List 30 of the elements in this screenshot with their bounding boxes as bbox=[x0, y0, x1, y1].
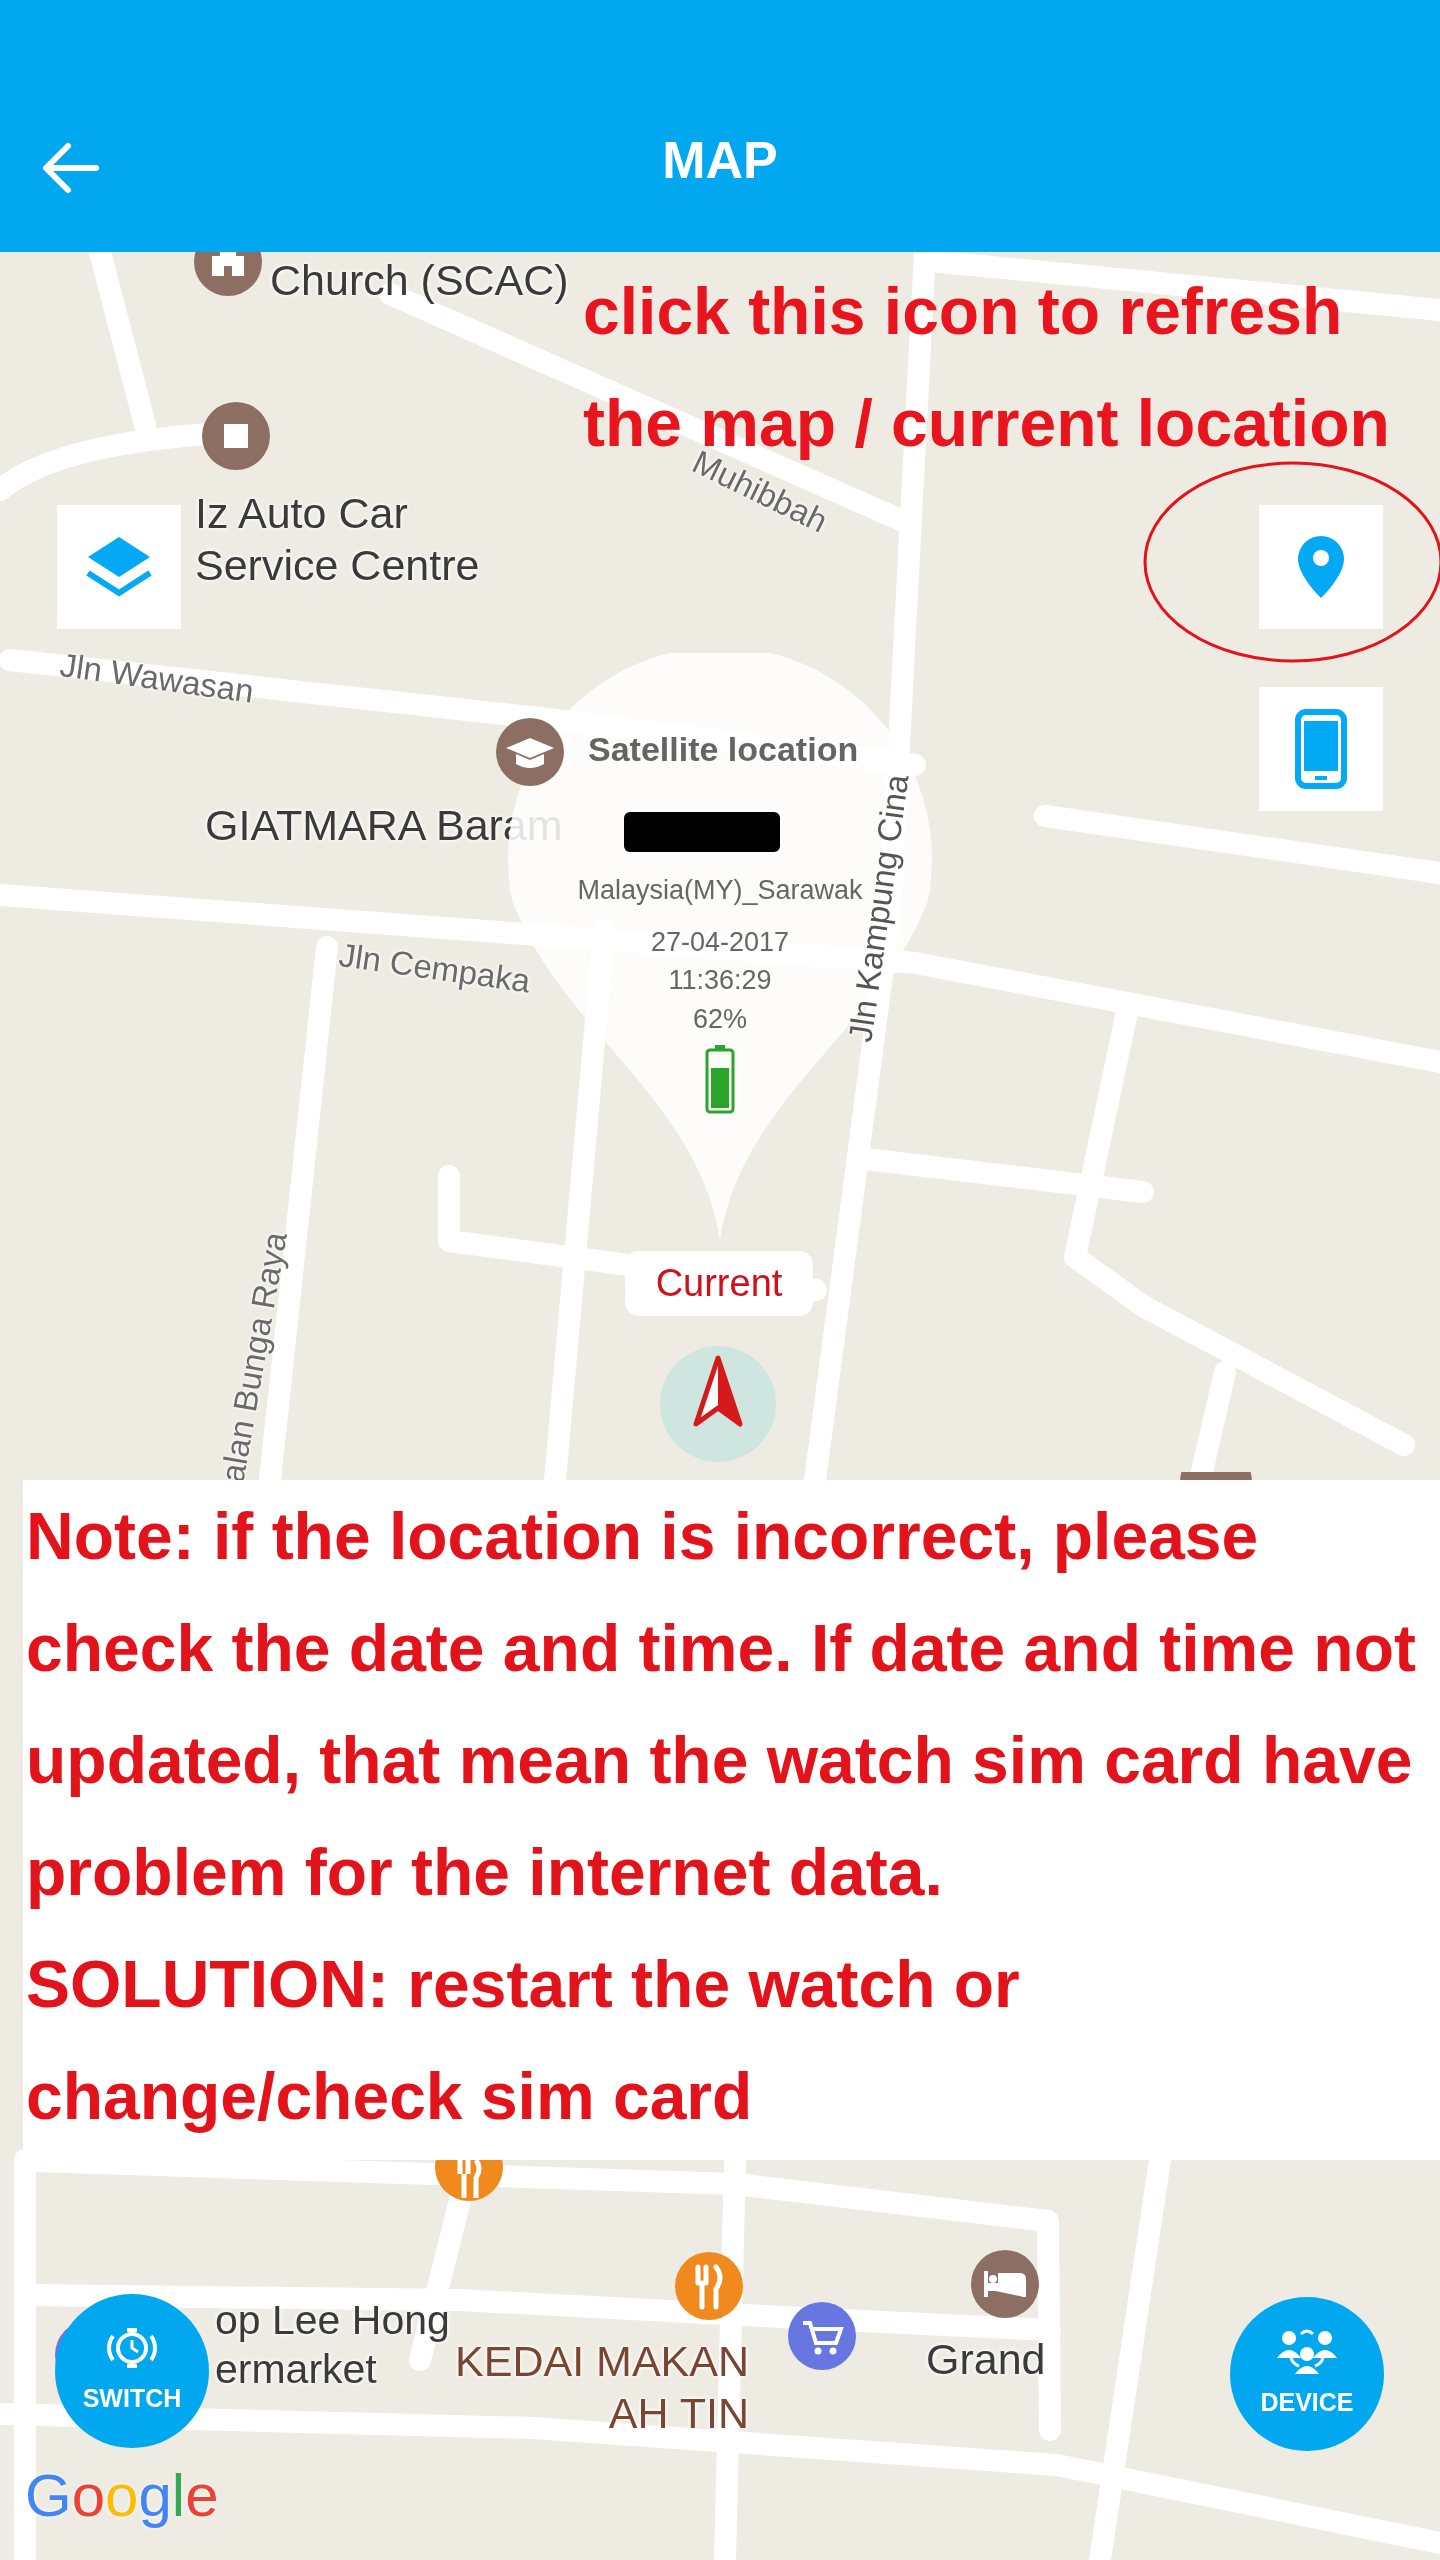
back-arrow-icon[interactable] bbox=[40, 140, 100, 196]
phone-icon bbox=[1295, 709, 1347, 789]
street-label: alan Bunga Raya bbox=[212, 1229, 295, 1486]
graduation-cap-icon bbox=[494, 716, 566, 788]
time-text: 11:36:29 bbox=[667, 964, 773, 997]
place-label: KEDAI MAKAN AH TIN bbox=[455, 2336, 749, 2439]
place-marker-icon bbox=[1180, 1472, 1252, 1482]
street-label: Jln Wawasan bbox=[57, 645, 257, 712]
place-label: Iz Auto Car Service Centre bbox=[195, 488, 481, 591]
location-pin-icon bbox=[1296, 534, 1346, 600]
layers-icon bbox=[84, 535, 154, 599]
place-label: Church (SCAC) bbox=[270, 255, 569, 306]
place-label: op Lee Hong ermarket bbox=[215, 2296, 451, 2395]
screen-title: MAP bbox=[662, 130, 778, 186]
current-location-label: Current bbox=[625, 1251, 813, 1316]
place-label: Grand bbox=[926, 2334, 1046, 2385]
solution-text: SOLUTION: restart the watch or change/check sim card bbox=[26, 1946, 1021, 2135]
refresh-location-button[interactable] bbox=[1259, 505, 1383, 629]
date-text: 27-04-2017 bbox=[649, 926, 791, 959]
map-logo: Google bbox=[25, 2466, 219, 2526]
shopping-cart-icon bbox=[787, 2301, 857, 2371]
map-layers-button[interactable] bbox=[57, 505, 181, 629]
fork-knife-icon bbox=[674, 2251, 744, 2321]
battery-percent: 62% bbox=[691, 1003, 748, 1036]
battery-icon bbox=[705, 1044, 735, 1114]
bed-icon bbox=[970, 2249, 1040, 2319]
device-location-button[interactable] bbox=[1259, 687, 1383, 811]
street-label: Jln Cempaka bbox=[336, 935, 533, 1001]
note-text: Note: if the location is incorrect, please check the date and time. If date and time not updated, that mean the watch sim card have problem for the internet data. bbox=[26, 1498, 1417, 1911]
popup-title: Satellite location bbox=[588, 729, 859, 770]
